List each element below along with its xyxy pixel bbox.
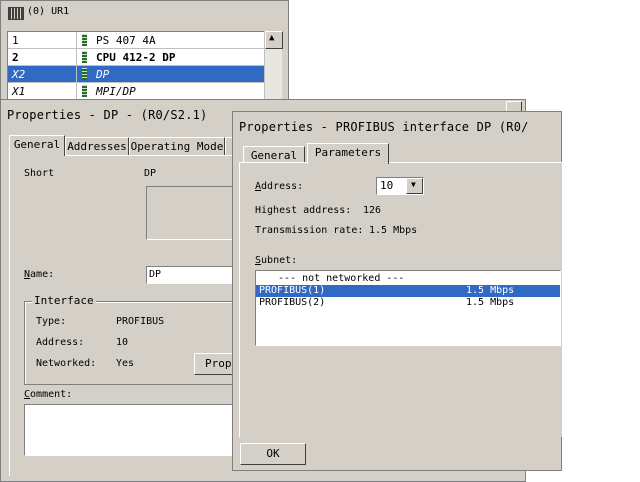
rack-icon: [8, 7, 24, 20]
comment-field[interactable]: [24, 404, 238, 456]
networked-label: Networked:: [36, 358, 97, 369]
dropdown-button[interactable]: ▼: [406, 178, 423, 194]
rack-slot: 2: [12, 51, 19, 64]
scroll-up-button[interactable]: ▲: [265, 31, 283, 49]
rack-row-2[interactable]: 2 CPU 412-2 DP: [8, 49, 264, 66]
address-select-value: 10: [380, 179, 394, 192]
rack-scrollbar[interactable]: ▲: [264, 31, 283, 101]
profibus-dialog-title-bar: Properties - PROFIBUS interface DP (R0/: [233, 112, 561, 140]
short-label: Short: [24, 168, 55, 179]
rack-row-1[interactable]: 1 PS 407 4A: [8, 32, 264, 49]
module-icon: [82, 68, 87, 80]
profibus-properties-dialog: Properties - PROFIBUS interface DP (R0/ …: [232, 111, 562, 471]
ok-button-label: OK: [266, 447, 280, 460]
short-value: DP: [144, 168, 157, 179]
column-divider: [76, 32, 77, 48]
name-field[interactable]: DP: [146, 266, 238, 284]
rack-title-bar: (0) UR1: [3, 3, 285, 21]
module-icon: [82, 85, 87, 97]
networked-value: Yes: [116, 358, 135, 369]
tab-label: Parameters: [314, 146, 382, 159]
subnet-item[interactable]: PROFIBUS(1) 1.5 Mbps: [256, 285, 560, 297]
tab-label: Addresses: [67, 140, 127, 153]
rack-module: PS 407 4A: [96, 34, 156, 47]
subnet-item[interactable]: PROFIBUS(2) 1.5 Mbps: [256, 297, 560, 309]
subnet-item[interactable]: --- not networked ---: [256, 273, 560, 285]
column-divider: [76, 83, 77, 99]
dp-dialog-title: Properties - DP - (R0/S2.1): [7, 108, 208, 122]
rack-row-x2[interactable]: X2 DP: [8, 66, 264, 83]
type-label: Type:: [36, 316, 67, 327]
address-label: Address:: [36, 337, 85, 348]
name-value: DP: [149, 269, 162, 280]
tab-label: General: [250, 149, 298, 162]
ok-button[interactable]: OK: [240, 443, 306, 465]
subnet-name: --- not networked ---: [278, 273, 405, 284]
chevron-down-icon: ▼: [411, 180, 416, 189]
tab-parameters[interactable]: Parameters: [307, 143, 389, 164]
profibus-dialog-title: Properties - PROFIBUS interface DP (R0/: [239, 120, 529, 134]
tab-general[interactable]: General: [9, 135, 65, 156]
rack-title: (0) UR1: [27, 6, 70, 17]
description-box: [146, 186, 238, 240]
rack-slot: X1: [12, 85, 26, 98]
tab-addresses[interactable]: Addresses: [65, 137, 129, 156]
highest-address-label: Highest address:: [255, 205, 352, 216]
comment-label: Comment:: [24, 389, 73, 400]
arrow-up-icon: ▲: [269, 33, 275, 43]
rack-slot: 1: [12, 34, 19, 47]
name-label: Name:: [24, 269, 55, 280]
tab-label: General: [13, 138, 61, 151]
subnet-name: PROFIBUS(1): [259, 285, 326, 296]
rack-module: MPI/DP: [96, 85, 136, 98]
type-value: PROFIBUS: [116, 316, 165, 327]
subnet-name: PROFIBUS(2): [259, 297, 326, 308]
rack-window: (0) UR1 1 PS 407 4A 2 CPU 412-2 DP X2 DP…: [0, 0, 289, 103]
rack-slot: X2: [12, 68, 26, 81]
transmission-rate-label: Transmission rate:: [255, 225, 364, 236]
module-icon: [82, 34, 87, 46]
rack-module: CPU 412-2 DP: [96, 51, 176, 64]
tab-label: Operating Mode: [130, 140, 224, 153]
address-value: 10: [116, 337, 129, 348]
subnet-rate: 1.5 Mbps: [466, 285, 515, 296]
subnet-rate: 1.5 Mbps: [466, 297, 515, 308]
interface-group-label: Interface: [32, 294, 96, 307]
rack-module: DP: [96, 68, 110, 81]
address-select[interactable]: 10 ▼: [376, 177, 424, 195]
tab-operating-mode[interactable]: Operating Mode: [129, 137, 225, 156]
column-divider: [76, 66, 77, 82]
module-icon: [82, 51, 87, 63]
transmission-rate-value: 1.5 Mbps: [369, 225, 418, 236]
column-divider: [76, 49, 77, 65]
subnet-list[interactable]: --- not networked --- PROFIBUS(1) 1.5 Mb…: [255, 270, 561, 346]
highest-address-value: 126: [363, 205, 382, 216]
address-label: Address:: [255, 181, 304, 192]
subnet-label: Subnet:: [255, 255, 298, 266]
rack-table: 1 PS 407 4A 2 CPU 412-2 DP X2 DP X1 MPI/…: [7, 31, 265, 103]
rack-row-x1[interactable]: X1 MPI/DP: [8, 83, 264, 100]
